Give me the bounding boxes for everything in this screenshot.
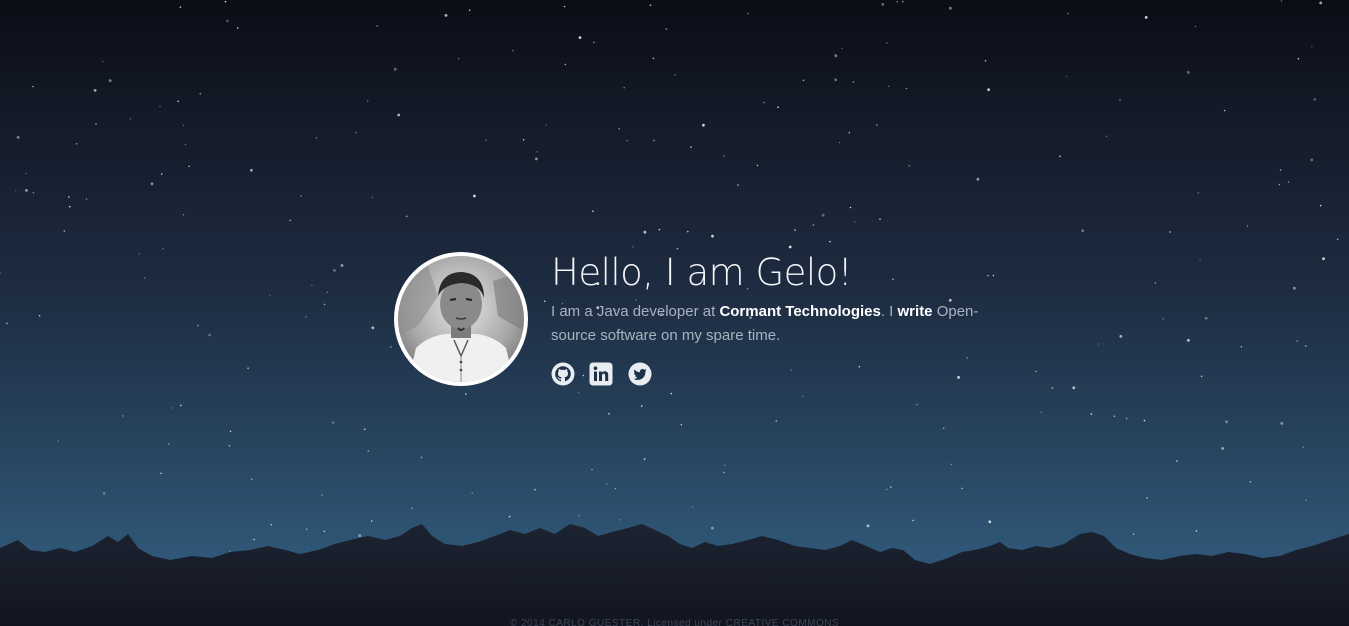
linkedin-icon — [589, 362, 613, 386]
avatar — [394, 252, 528, 386]
twitter-icon — [628, 362, 652, 386]
hero-section: Hello, I am Gelo! I am a Java developer … — [394, 252, 1014, 392]
footer-copyright: © 2014 CARLO GUESTER. Licensed under CRE… — [509, 618, 840, 626]
linkedin-link[interactable] — [589, 362, 613, 386]
bio-middle-text: . I — [880, 303, 898, 320]
social-links — [551, 362, 1011, 386]
intro-block: Hello, I am Gelo! I am a Java developer … — [551, 252, 1011, 386]
profile-photo — [398, 256, 524, 382]
page-title: Hello, I am Gelo! — [551, 251, 853, 294]
github-link[interactable] — [551, 362, 575, 386]
company-link[interactable]: Cormant Technologies — [719, 303, 880, 320]
github-icon — [551, 362, 575, 386]
bio-text: I am a Java developer at Cormant Technol… — [551, 300, 1011, 348]
bio-intro-text: I am a Java developer at — [551, 303, 720, 320]
twitter-link[interactable] — [628, 362, 652, 386]
write-link[interactable]: write — [898, 303, 933, 320]
